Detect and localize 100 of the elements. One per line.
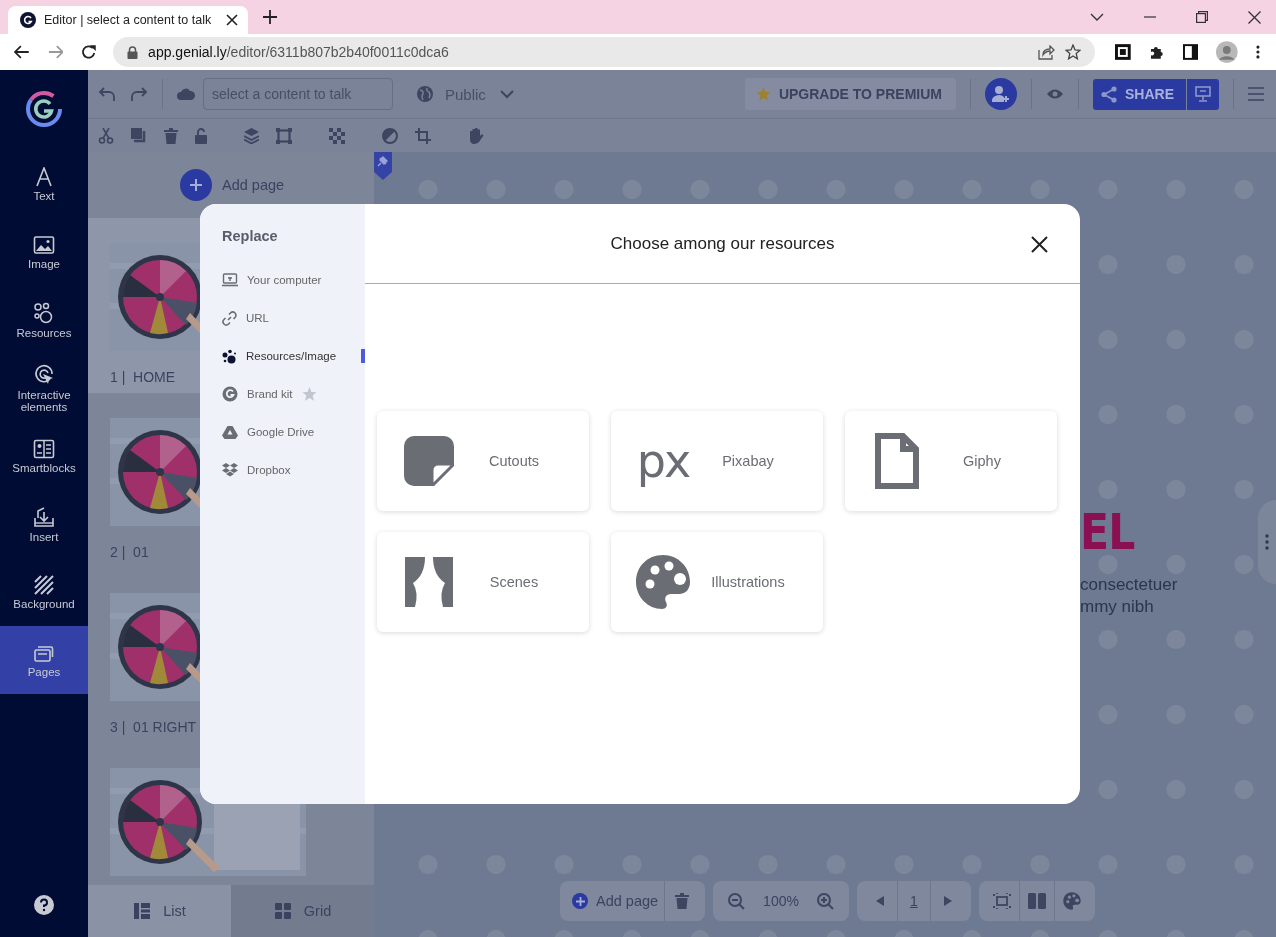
scissors-icon[interactable] — [98, 127, 114, 144]
nav-item[interactable]: Background — [0, 558, 88, 626]
document-icon — [875, 433, 919, 489]
share-button[interactable]: SHARE — [1093, 78, 1186, 110]
hand-icon[interactable] — [468, 127, 484, 144]
new-tab-icon[interactable] — [263, 10, 277, 24]
triangle-left-icon — [875, 896, 884, 906]
undo-icon[interactable] — [98, 87, 116, 101]
trash-icon — [675, 893, 690, 909]
close-icon[interactable] — [1248, 10, 1261, 24]
puzzle-icon[interactable] — [1149, 44, 1165, 60]
dots-cluster-icon — [222, 348, 237, 364]
sticker-icon — [404, 436, 454, 486]
more-vertical-icon[interactable] — [1256, 45, 1260, 59]
palette-icon — [1062, 892, 1081, 910]
source-card[interactable]: Illustrations — [611, 532, 823, 632]
layout-icon — [33, 438, 55, 459]
reload-icon[interactable] — [81, 44, 98, 60]
present-button[interactable] — [1187, 78, 1219, 110]
nav-item[interactable]: Insert — [0, 490, 88, 558]
upgrade-button[interactable]: UPGRADE TO PREMIUM — [744, 78, 956, 110]
share-icon[interactable] — [1038, 44, 1056, 60]
duplicate-icon[interactable] — [131, 127, 147, 144]
tab-title: Editor | select a content to talk — [44, 13, 213, 27]
g-circle-icon — [222, 386, 238, 402]
add-page-button[interactable]: Add page — [180, 169, 285, 201]
nav-item[interactable]: Pages — [0, 626, 88, 694]
pin-icon[interactable] — [374, 152, 392, 180]
source-menu-item[interactable]: Brand kit — [222, 375, 365, 413]
slide-title: EL — [1080, 504, 1135, 560]
star-icon[interactable] — [1065, 44, 1082, 60]
more-vertical-icon — [1265, 534, 1269, 550]
letter-a-icon — [34, 166, 54, 187]
url-text: app.genial.ly/editor/6311b807b2b40f0011c0dca6 — [148, 44, 449, 60]
circles-icon — [33, 301, 55, 324]
layers-icon[interactable] — [244, 127, 259, 144]
nav-item[interactable]: Text — [0, 150, 88, 218]
close-icon[interactable] — [1031, 236, 1048, 253]
menu-icon[interactable] — [1248, 87, 1264, 101]
invite-button[interactable] — [985, 78, 1017, 110]
view-tab[interactable]: List — [88, 885, 231, 937]
presentation-icon — [1195, 86, 1211, 102]
frame-icon[interactable] — [276, 127, 292, 144]
zoom-level: 100% — [762, 893, 800, 909]
nav-item[interactable]: Smartblocks — [0, 422, 88, 490]
share-nodes-icon — [1101, 85, 1117, 103]
trash-icon[interactable] — [164, 127, 178, 144]
crop-icon[interactable] — [415, 127, 431, 144]
side-handle[interactable] — [1258, 500, 1276, 584]
triangle-icon — [222, 425, 238, 439]
checker-icon[interactable] — [329, 127, 345, 144]
source-card[interactable]: px Pixabay — [611, 411, 823, 511]
page-label: 1 | HOME — [110, 369, 177, 385]
square-extension-icon[interactable] — [1115, 44, 1132, 60]
help-icon[interactable] — [34, 895, 54, 915]
frame-icon — [992, 893, 1011, 909]
contrast-icon[interactable] — [382, 127, 398, 144]
nav-item[interactable]: Image — [0, 218, 88, 286]
address-field[interactable]: app.genial.ly/editor/6311b807b2b40f0011c0dca6 — [113, 37, 1096, 67]
nav-item[interactable]: Interactive elements — [0, 354, 88, 422]
chevron-down-icon[interactable] — [1090, 12, 1104, 22]
avatar-icon[interactable] — [1216, 41, 1239, 63]
back-icon[interactable] — [14, 45, 30, 59]
globe-icon[interactable] — [417, 86, 433, 102]
zoom-in-icon — [817, 892, 835, 910]
triangle-right-icon — [943, 896, 952, 906]
palette-icon — [635, 554, 691, 610]
cloud-icon — [177, 88, 195, 100]
source-menu-item[interactable]: Resources/Image — [222, 337, 365, 375]
lock-icon — [127, 45, 139, 59]
list-view-icon — [133, 902, 152, 920]
side-panel-icon[interactable] — [1182, 44, 1199, 60]
source-menu-item[interactable]: Dropbox — [222, 451, 365, 489]
sidebar-title: Replace — [222, 228, 279, 244]
redo-icon[interactable] — [130, 87, 148, 101]
source-card[interactable]: Scenes — [377, 532, 589, 632]
source-menu-item[interactable]: Google Drive — [222, 413, 365, 451]
zoom-out-icon — [727, 892, 745, 910]
lock-icon[interactable] — [195, 127, 207, 144]
close-icon[interactable] — [226, 14, 238, 26]
selection-indicator — [361, 349, 365, 363]
eye-icon[interactable] — [1046, 88, 1064, 100]
source-menu-item[interactable]: Your computer — [222, 261, 365, 299]
page-label: 2 | 01 — [110, 544, 150, 560]
curtains-icon — [405, 557, 453, 607]
add-person-icon — [991, 85, 1011, 103]
logo-text: px — [636, 436, 690, 486]
restore-icon[interactable] — [1196, 11, 1208, 23]
page-number-field[interactable]: 1 — [897, 893, 930, 909]
dropbox-icon — [222, 463, 238, 477]
source-card[interactable]: Giphy — [845, 411, 1057, 511]
forward-icon[interactable] — [47, 45, 64, 59]
nav-item[interactable]: Resources — [0, 286, 88, 354]
source-menu-item[interactable]: URL — [222, 299, 365, 337]
browser-tab[interactable]: Editor | select a content to talk — [8, 6, 248, 34]
hatch-icon — [34, 574, 54, 595]
dialog-title: Choose among our resources — [610, 233, 835, 254]
logo-icon — [25, 90, 63, 128]
laptop-upload-icon — [222, 273, 238, 287]
source-card[interactable]: Cutouts — [377, 411, 589, 511]
